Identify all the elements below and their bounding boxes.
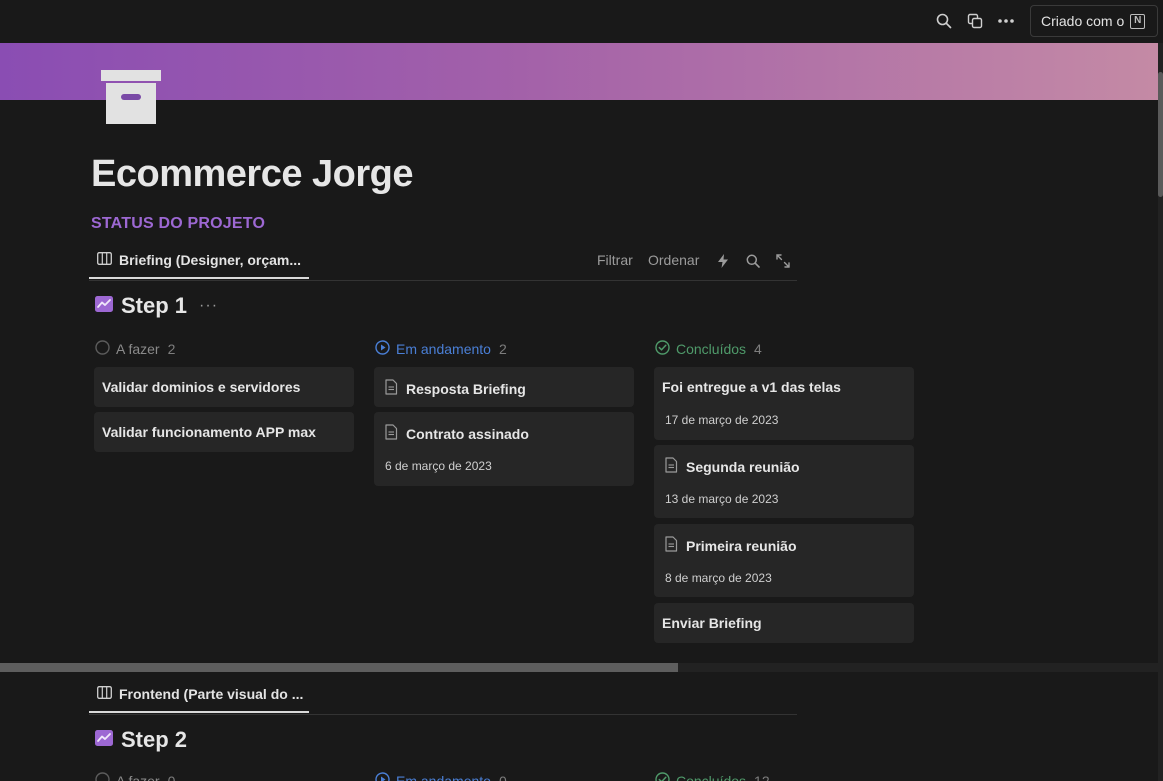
column-count: 0 [167, 773, 176, 781]
trending-chart-icon [95, 729, 113, 751]
card-date: 8 de março de 2023 [665, 571, 772, 585]
card[interactable]: Enviar Briefing [654, 603, 914, 643]
lightning-icon[interactable] [714, 252, 732, 270]
column-label: A fazer [116, 341, 160, 357]
column-header-todo[interactable]: A fazer 0 [95, 772, 175, 781]
tab-frontend-board[interactable]: Frontend (Parte visual do ... [89, 677, 309, 713]
board-view-icon [97, 252, 112, 268]
board-view-icon [97, 686, 112, 702]
created-with-notion-button[interactable]: Criado com o N [1030, 5, 1158, 37]
group-header-step-2[interactable]: Step 2 [95, 727, 187, 753]
card-date: 6 de março de 2023 [385, 459, 492, 473]
document-icon [664, 457, 678, 476]
card[interactable]: Foi entregue a v1 das telas 17 de março … [654, 367, 914, 440]
tab-label: Frontend (Parte visual do ... [119, 686, 304, 702]
expand-icon[interactable] [774, 252, 792, 270]
more-icon[interactable] [995, 10, 1017, 32]
column-header-in-progress[interactable]: Em andamento 0 [375, 772, 507, 781]
column-count: 4 [754, 341, 762, 357]
card-title-text: Contrato assinado [406, 425, 529, 442]
vertical-scrollbar-thumb[interactable] [1158, 72, 1163, 197]
column-label: Em andamento [396, 773, 491, 781]
card-title-text: Enviar Briefing [662, 615, 762, 631]
filter-button[interactable]: Filtrar [597, 252, 633, 268]
card-title: Segunda reunião [664, 457, 800, 476]
document-icon [384, 424, 398, 443]
card[interactable]: Resposta Briefing [374, 367, 634, 407]
todo-status-icon [95, 340, 110, 358]
column-header-in-progress[interactable]: Em andamento 2 [375, 340, 507, 358]
card-title: Contrato assinado [384, 424, 529, 443]
group-more-icon[interactable]: ··· [199, 297, 218, 315]
tab-briefing-board[interactable]: Briefing (Designer, orçam... [89, 243, 309, 279]
in-progress-status-icon [375, 772, 390, 781]
archive-box-icon[interactable] [101, 70, 161, 126]
card[interactable]: Primeira reunião 8 de março de 2023 [654, 524, 914, 597]
database-divider [89, 280, 797, 281]
notion-logo-icon: N [1130, 13, 1146, 29]
card-title-text: Validar funcionamento APP max [102, 424, 316, 440]
card[interactable]: Validar funcionamento APP max [94, 412, 354, 452]
card-title: Validar dominios e servidores [102, 379, 300, 395]
group-title: Step 1 [121, 293, 188, 318]
card[interactable]: Contrato assinado 6 de março de 2023 [374, 412, 634, 486]
card[interactable]: Validar dominios e servidores [94, 367, 354, 407]
database-divider [89, 714, 797, 715]
column-count: 2 [167, 341, 176, 357]
document-icon [664, 536, 678, 555]
in-progress-status-icon [375, 340, 390, 358]
top-bar: Criado com o N [0, 0, 1163, 43]
column-count: 0 [498, 773, 507, 781]
card-title: Foi entregue a v1 das telas [662, 379, 841, 395]
card-title-text: Resposta Briefing [406, 380, 526, 397]
card-title: Validar funcionamento APP max [102, 424, 316, 440]
column-header-todo[interactable]: A fazer 2 [95, 340, 175, 358]
card[interactable]: Segunda reunião 13 de março de 2023 [654, 445, 914, 518]
column-count: 2 [498, 341, 507, 357]
done-status-icon [655, 340, 670, 358]
card-title-text: Foi entregue a v1 das telas [662, 379, 841, 395]
card-date: 17 de março de 2023 [665, 413, 779, 427]
card-title-text: Segunda reunião [686, 458, 800, 475]
horizontal-scrollbar-thumb[interactable] [0, 663, 678, 672]
card-title: Enviar Briefing [662, 615, 762, 631]
document-icon [384, 379, 398, 398]
card-title: Resposta Briefing [384, 379, 526, 398]
todo-status-icon [95, 772, 110, 781]
card-title-text: Primeira reunião [686, 537, 797, 554]
column-label: Concluídos [676, 773, 747, 781]
group-title: Step 2 [121, 727, 188, 752]
sort-button[interactable]: Ordenar [648, 252, 699, 268]
trending-chart-icon [95, 295, 113, 317]
column-label: Concluídos [676, 341, 747, 357]
section-heading: STATUS DO PROJETO [91, 215, 266, 232]
column-header-done[interactable]: Concluídos 12 [655, 772, 770, 781]
page-cover[interactable] [0, 43, 1158, 100]
page-title[interactable]: Ecommerce Jorge [91, 153, 414, 196]
search-icon[interactable] [744, 252, 762, 270]
card-title-text: Validar dominios e servidores [102, 379, 301, 395]
column-label: A fazer [116, 773, 160, 781]
column-header-done[interactable]: Concluídos 4 [655, 340, 762, 358]
card-title: Primeira reunião [664, 536, 797, 555]
card-date: 13 de março de 2023 [665, 492, 779, 506]
column-label: Em andamento [396, 341, 491, 357]
search-icon[interactable] [933, 10, 955, 32]
duplicate-icon[interactable] [964, 10, 986, 32]
tab-label: Briefing (Designer, orçam... [119, 252, 302, 268]
column-count: 12 [754, 773, 770, 781]
created-with-label: Criado com o [1041, 13, 1125, 29]
group-header-step-1[interactable]: Step 1 ··· [95, 293, 218, 319]
done-status-icon [655, 772, 670, 781]
